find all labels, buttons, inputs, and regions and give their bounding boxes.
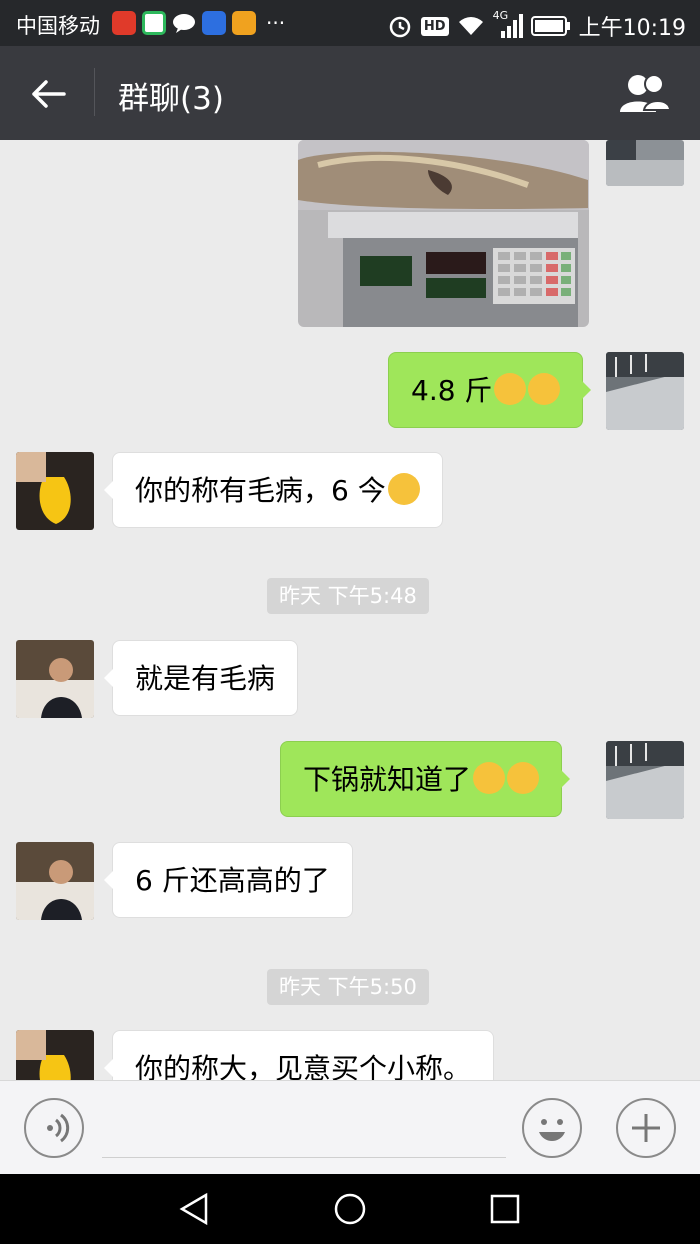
message-bubble-received[interactable]: 你的称大，见意买个小称。	[103, 1030, 495, 1080]
contact-avatar[interactable]	[16, 1030, 94, 1080]
signal-icon: 4G	[493, 9, 523, 39]
my-avatar[interactable]	[606, 741, 684, 819]
system-nav-bar	[0, 1174, 700, 1244]
back-arrow-icon[interactable]	[28, 74, 68, 114]
hd-icon: HD	[420, 16, 449, 36]
more-notifications: ···	[266, 11, 286, 35]
mail-icon	[232, 11, 256, 35]
message-bubble-sent[interactable]: 下锅就知道了	[280, 741, 571, 817]
message-text: 6 斤还高高的了	[135, 864, 330, 897]
battery-icon	[530, 16, 570, 36]
home-nav-icon[interactable]	[333, 1192, 367, 1226]
input-bar	[0, 1080, 700, 1175]
status-bar: 中国移动 ··· HD 4G 上午10:19	[0, 0, 700, 46]
back-nav-icon[interactable]	[178, 1192, 212, 1226]
baidu-icon	[202, 11, 226, 35]
message-bubble-received[interactable]: 你的称有毛病，6 今	[104, 452, 443, 528]
alarm-icon	[389, 16, 411, 38]
fish-scale-photo[interactable]	[298, 140, 589, 327]
message-input[interactable]	[102, 1157, 506, 1158]
message-text: 就是有毛病	[135, 662, 276, 695]
grin-emoji	[494, 373, 527, 405]
my-avatar[interactable]	[606, 140, 684, 186]
carrier-name: 中国移动	[16, 14, 100, 38]
group-members-icon[interactable]	[618, 72, 672, 114]
notification-icons: ···	[112, 11, 285, 35]
contact-avatar[interactable]	[16, 640, 94, 718]
message-bubble-received[interactable]: 就是有毛病	[103, 640, 299, 716]
message-bubble-received[interactable]: 6 斤还高高的了	[104, 842, 353, 918]
add-icon[interactable]	[616, 1098, 676, 1158]
chat-title-bar: 群聊(3)	[0, 46, 700, 140]
message-bubble-sent[interactable]: 4.8 斤	[388, 352, 592, 428]
clock: 上午10:19	[578, 16, 686, 41]
weibo-icon	[112, 11, 136, 35]
thinking-emoji	[507, 762, 540, 794]
message-text: 你的称有毛病，6 今	[135, 474, 386, 507]
message-text: 4.8 斤	[411, 374, 493, 407]
timestamp: 昨天 下午5:50	[267, 969, 429, 1005]
contact-avatar[interactable]	[16, 842, 94, 920]
message-icon	[172, 11, 196, 35]
wifi-icon	[458, 17, 483, 35]
timestamp: 昨天 下午5:48	[267, 578, 429, 614]
grin-emoji	[528, 373, 561, 405]
system-icons: HD 4G 上午10:19	[387, 9, 686, 42]
title-divider	[94, 68, 95, 116]
message-text: 你的称大，见意买个小称。	[135, 1052, 472, 1080]
voice-icon[interactable]	[24, 1098, 84, 1158]
thinking-emoji	[387, 473, 420, 505]
contact-avatar[interactable]	[16, 452, 94, 530]
message-text: 下锅就知道了	[303, 763, 472, 796]
message-list[interactable]: 4.8 斤 你的称有毛病，6 今 昨天 下午5:48 就是有毛病 下锅就知道了 …	[0, 140, 700, 1080]
emoji-icon[interactable]	[522, 1098, 582, 1158]
my-avatar[interactable]	[606, 352, 684, 430]
browser-icon	[142, 11, 166, 35]
chat-title: 群聊(3)	[118, 81, 224, 117]
recents-nav-icon[interactable]	[489, 1193, 521, 1225]
thinking-emoji	[473, 762, 506, 794]
